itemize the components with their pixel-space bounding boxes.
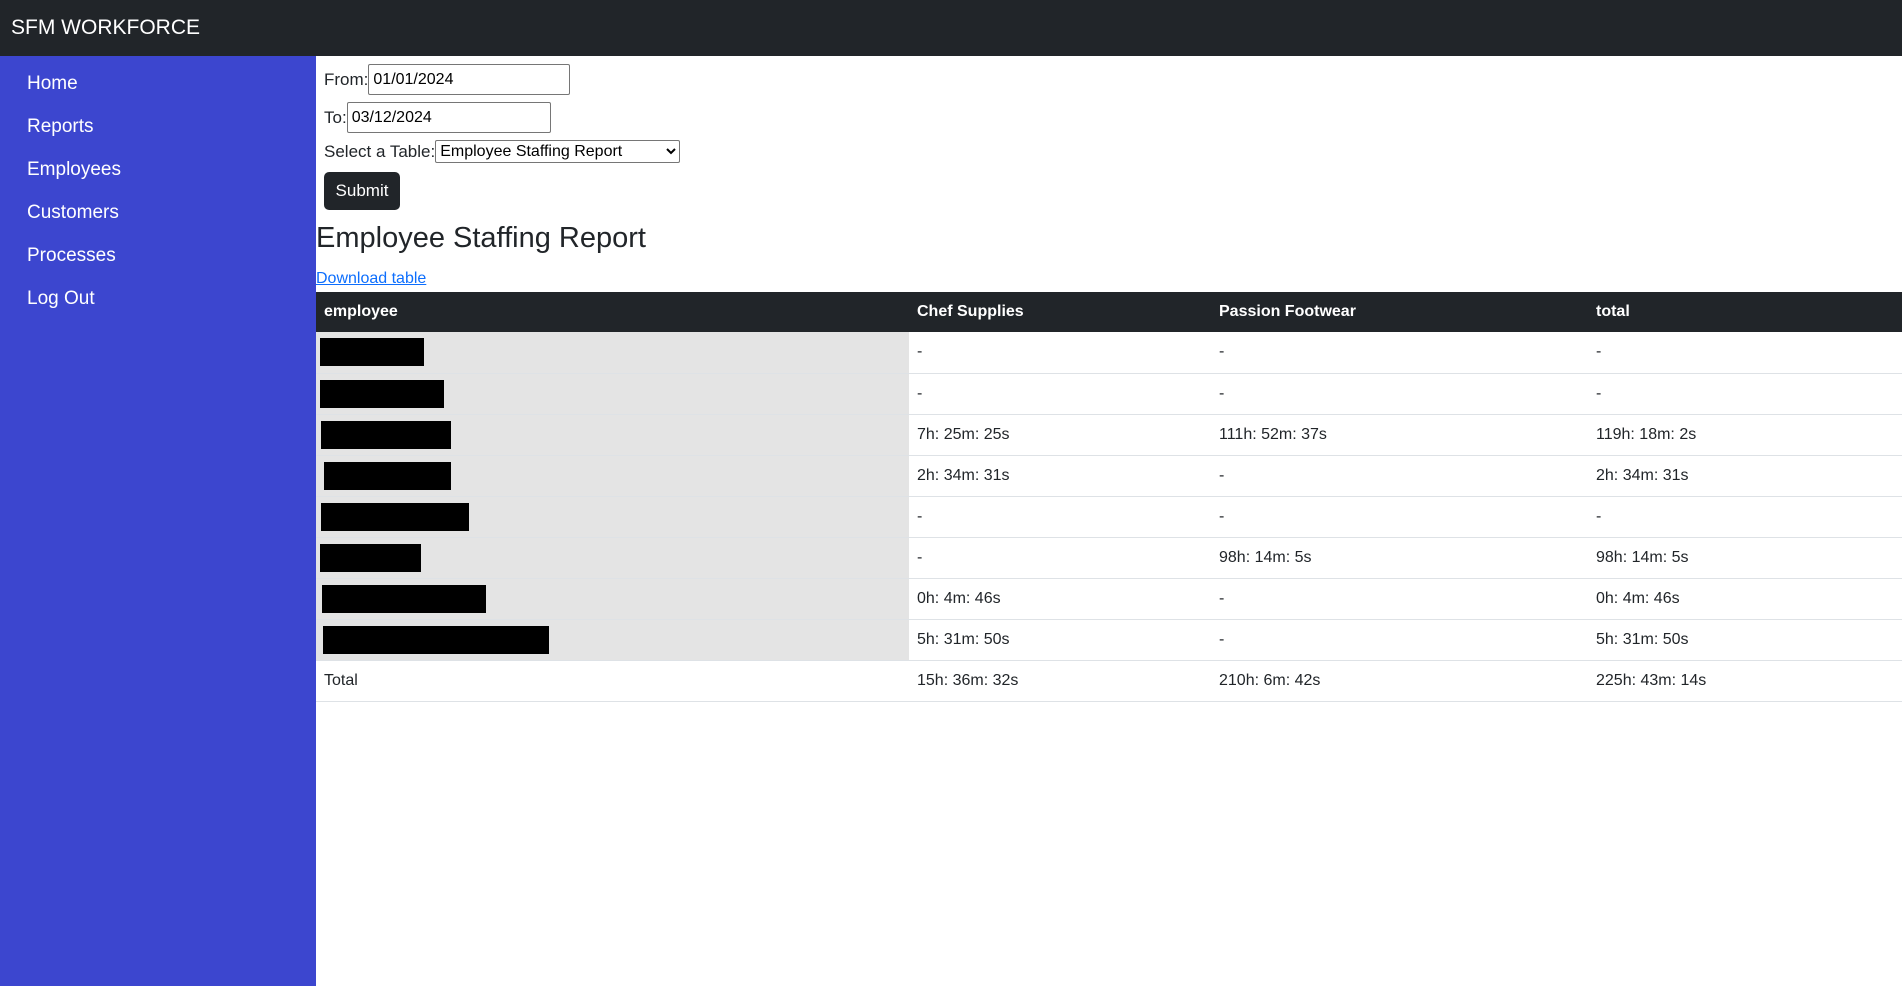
passion-footwear-cell: - xyxy=(1211,373,1588,415)
report-table: employee Chef Supplies Passion Footwear … xyxy=(316,292,1902,702)
chef-supplies-cell: 2h: 34m: 31s xyxy=(909,455,1211,497)
redacted-employee-name xyxy=(320,543,421,572)
redacted-employee-name xyxy=(321,502,469,531)
column-header-chef-supplies: Chef Supplies xyxy=(909,292,1211,332)
to-row: To: xyxy=(324,102,551,133)
redacted-employee-name xyxy=(323,625,549,654)
employee-cell xyxy=(316,414,909,456)
total-cell: 98h: 14m: 5s xyxy=(1588,537,1902,579)
submit-button[interactable]: Submit xyxy=(324,172,400,210)
to-date-input[interactable] xyxy=(346,102,551,133)
column-header-passion-footwear: Passion Footwear xyxy=(1211,292,1588,332)
sidebar-item-reports[interactable]: Reports xyxy=(0,110,316,153)
redacted-employee-name xyxy=(320,338,424,367)
passion-footwear-cell: - xyxy=(1211,496,1588,538)
from-date-input[interactable] xyxy=(368,64,571,95)
grand-total: 225h: 43m: 14s xyxy=(1588,660,1902,702)
employee-cell xyxy=(316,537,909,579)
passion-footwear-cell: - xyxy=(1211,619,1588,661)
table-row: - - - xyxy=(316,496,1902,538)
employee-cell xyxy=(316,619,909,661)
table-row: 5h: 31m: 50s - 5h: 31m: 50s xyxy=(316,619,1902,661)
report-title: Employee Staffing Report xyxy=(316,222,646,254)
chef-supplies-cell: 7h: 25m: 25s xyxy=(909,414,1211,456)
table-row: - 98h: 14m: 5s 98h: 14m: 5s xyxy=(316,537,1902,579)
passion-footwear-total: 210h: 6m: 42s xyxy=(1211,660,1588,702)
passion-footwear-cell: 98h: 14m: 5s xyxy=(1211,537,1588,579)
employee-cell xyxy=(316,332,909,374)
total-cell: - xyxy=(1588,373,1902,415)
passion-footwear-cell: - xyxy=(1211,332,1588,374)
from-label: From: xyxy=(324,69,369,89)
from-row: From: xyxy=(324,64,571,95)
redacted-employee-name xyxy=(320,379,444,408)
sidebar-item-employees[interactable]: Employees xyxy=(0,153,316,196)
total-cell: 2h: 34m: 31s xyxy=(1588,455,1902,497)
table-select-row: Select a Table: Employee Staffing Report xyxy=(324,140,681,163)
table-select-label: Select a Table: xyxy=(324,141,436,161)
redacted-employee-name xyxy=(321,420,451,449)
table-header-row: employee Chef Supplies Passion Footwear … xyxy=(316,292,1902,332)
passion-footwear-cell: - xyxy=(1211,455,1588,497)
total-cell: - xyxy=(1588,332,1902,374)
table-row: - - - xyxy=(316,373,1902,415)
total-cell: 0h: 4m: 46s xyxy=(1588,578,1902,620)
total-cell: - xyxy=(1588,496,1902,538)
redacted-employee-name xyxy=(322,584,486,613)
total-row: Total 15h: 36m: 32s 210h: 6m: 42s 225h: … xyxy=(316,660,1902,702)
sidebar-item-home[interactable]: Home xyxy=(0,67,316,110)
sidebar-item-customers[interactable]: Customers xyxy=(0,196,316,239)
chef-supplies-cell: 0h: 4m: 46s xyxy=(909,578,1211,620)
chef-supplies-total: 15h: 36m: 32s xyxy=(909,660,1211,702)
chef-supplies-cell: - xyxy=(909,373,1211,415)
sidebar-item-processes[interactable]: Processes xyxy=(0,239,316,282)
employee-cell xyxy=(316,373,909,415)
sidebar: Home Reports Employees Customers Process… xyxy=(0,56,316,986)
chef-supplies-cell: - xyxy=(909,332,1211,374)
app-title[interactable]: SFM WORKFORCE xyxy=(11,16,200,39)
to-label: To: xyxy=(324,107,347,127)
employee-cell xyxy=(316,496,909,538)
column-header-total: total xyxy=(1588,292,1902,332)
chef-supplies-cell: - xyxy=(909,537,1211,579)
table-row: 2h: 34m: 31s - 2h: 34m: 31s xyxy=(316,455,1902,497)
total-cell: 119h: 18m: 2s xyxy=(1588,414,1902,456)
main-content: From: To: Select a Table: Employee Staff… xyxy=(316,56,1902,986)
passion-footwear-cell: 111h: 52m: 37s xyxy=(1211,414,1588,456)
table-row: 7h: 25m: 25s 111h: 52m: 37s 119h: 18m: 2… xyxy=(316,414,1902,456)
table-row: 0h: 4m: 46s - 0h: 4m: 46s xyxy=(316,578,1902,620)
redacted-employee-name xyxy=(324,461,451,490)
table-row: - - - xyxy=(316,332,1902,374)
table-select[interactable]: Employee Staffing Report xyxy=(435,140,681,163)
chef-supplies-cell: - xyxy=(909,496,1211,538)
top-navbar: SFM WORKFORCE xyxy=(0,0,1902,56)
total-label: Total xyxy=(316,660,909,702)
total-cell: 5h: 31m: 50s xyxy=(1588,619,1902,661)
column-header-employee: employee xyxy=(316,292,909,332)
employee-cell xyxy=(316,455,909,497)
download-table-link[interactable]: Download table xyxy=(316,270,426,288)
sidebar-item-logout[interactable]: Log Out xyxy=(0,282,316,325)
employee-cell xyxy=(316,578,909,620)
passion-footwear-cell: - xyxy=(1211,578,1588,620)
chef-supplies-cell: 5h: 31m: 50s xyxy=(909,619,1211,661)
